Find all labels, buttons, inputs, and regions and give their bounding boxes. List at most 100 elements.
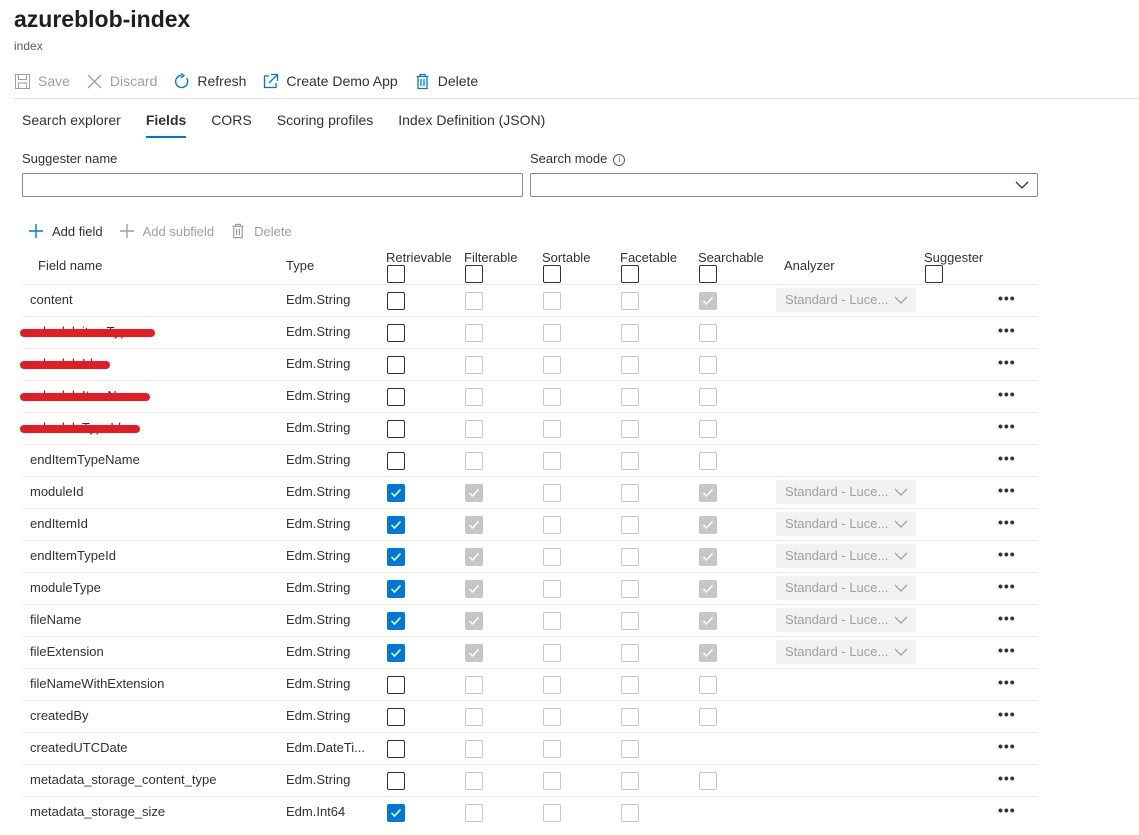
retrievable-checkbox[interactable] [387, 740, 405, 758]
retrievable-checkbox[interactable] [387, 484, 405, 502]
more-options-icon[interactable]: ••• [998, 802, 1016, 818]
delete-field-button[interactable]: Delete [230, 223, 292, 239]
search-mode-label: Search mode [530, 151, 608, 166]
filterable-checkbox [465, 484, 483, 502]
tab-cors[interactable]: CORS [211, 108, 251, 140]
sortable-checkbox [543, 516, 561, 534]
filterable-checkbox [465, 708, 483, 726]
sortable-checkbox [543, 804, 561, 822]
retrievable-checkbox[interactable] [387, 388, 405, 406]
column-header-sortable: Sortable [542, 250, 591, 265]
analyzer-value: Standard - Luce... [785, 644, 889, 659]
more-options-icon[interactable]: ••• [998, 738, 1016, 754]
more-options-icon[interactable]: ••• [998, 418, 1016, 434]
tab-index-definition[interactable]: Index Definition (JSON) [398, 108, 545, 140]
retrievable-checkbox[interactable] [387, 324, 405, 342]
discard-button[interactable]: Discard [86, 73, 157, 90]
external-link-icon [264, 73, 279, 88]
select-all-suggester-checkbox[interactable] [925, 265, 943, 283]
facetable-checkbox [621, 292, 639, 310]
filterable-checkbox [465, 804, 483, 822]
sortable-checkbox [543, 324, 561, 342]
chevron-down-icon [894, 616, 908, 624]
retrievable-checkbox[interactable] [387, 612, 405, 630]
filterable-checkbox [465, 292, 483, 310]
field-name-cell: endItemTypeName [30, 452, 140, 467]
retrievable-checkbox[interactable] [387, 676, 405, 694]
more-options-icon[interactable]: ••• [998, 706, 1016, 722]
searchable-checkbox [699, 388, 717, 406]
add-field-button[interactable]: Add field [28, 223, 103, 239]
row-divider [22, 348, 1038, 349]
field-name-cell: createdUTCDate [30, 740, 128, 755]
retrievable-checkbox[interactable] [387, 548, 405, 566]
suggester-name-input[interactable] [22, 173, 523, 197]
sortable-checkbox [543, 548, 561, 566]
field-type-cell: Edm.String [286, 420, 351, 435]
refresh-button[interactable]: Refresh [173, 72, 246, 90]
more-options-icon[interactable]: ••• [998, 450, 1016, 466]
tab-search-explorer[interactable]: Search explorer [22, 108, 121, 140]
more-options-icon[interactable]: ••• [998, 578, 1016, 594]
add-subfield-button[interactable]: Add subfield [119, 223, 214, 239]
filterable-checkbox [465, 740, 483, 758]
sortable-checkbox [543, 452, 561, 470]
select-all-searchable-checkbox[interactable] [699, 265, 717, 283]
search-mode-dropdown[interactable] [530, 173, 1038, 197]
info-icon[interactable]: i [613, 154, 626, 166]
analyzer-dropdown: Standard - Luce... [776, 640, 916, 664]
row-divider [22, 700, 1038, 701]
facetable-checkbox [621, 580, 639, 598]
retrievable-checkbox[interactable] [387, 516, 405, 534]
more-options-icon[interactable]: ••• [998, 642, 1016, 658]
field-name-cell: moduleType [30, 580, 101, 595]
retrievable-checkbox[interactable] [387, 420, 405, 438]
save-label: Save [38, 73, 70, 89]
sortable-checkbox [543, 420, 561, 438]
retrievable-checkbox[interactable] [387, 708, 405, 726]
delete-index-button[interactable]: Delete [414, 73, 478, 90]
sortable-checkbox [543, 740, 561, 758]
more-options-icon[interactable]: ••• [998, 322, 1016, 338]
more-options-icon[interactable]: ••• [998, 386, 1016, 402]
select-all-sortable-checkbox[interactable] [543, 265, 561, 283]
create-demo-app-button[interactable]: Create Demo App [262, 73, 398, 90]
field-type-cell: Edm.String [286, 324, 351, 339]
tab-scoring-profiles[interactable]: Scoring profiles [277, 108, 374, 140]
more-options-icon[interactable]: ••• [998, 770, 1016, 786]
select-all-retrievable-checkbox[interactable] [387, 265, 405, 283]
retrievable-checkbox[interactable] [387, 292, 405, 310]
retrievable-checkbox[interactable] [387, 804, 405, 822]
facetable-checkbox [621, 356, 639, 374]
select-all-facetable-checkbox[interactable] [621, 265, 639, 283]
retrievable-checkbox[interactable] [387, 580, 405, 598]
analyzer-dropdown: Standard - Luce... [776, 512, 916, 536]
searchable-checkbox [699, 708, 717, 726]
save-button[interactable]: Save [14, 73, 70, 90]
more-options-icon[interactable]: ••• [998, 290, 1016, 306]
select-all-filterable-checkbox[interactable] [465, 265, 483, 283]
tab-fields[interactable]: Fields [145, 108, 187, 140]
column-header-analyzer: Analyzer [784, 258, 835, 273]
more-options-icon[interactable]: ••• [998, 546, 1016, 562]
sortable-checkbox [543, 388, 561, 406]
retrievable-checkbox[interactable] [387, 452, 405, 470]
more-options-icon[interactable]: ••• [998, 514, 1016, 530]
chevron-down-icon [1015, 181, 1029, 189]
retrievable-checkbox[interactable] [387, 644, 405, 662]
trash-icon [416, 73, 429, 89]
retrievable-checkbox[interactable] [387, 772, 405, 790]
field-type-cell: Edm.Int64 [286, 804, 346, 819]
filterable-checkbox [465, 612, 483, 630]
more-options-icon[interactable]: ••• [998, 610, 1016, 626]
redaction-mark [20, 361, 110, 369]
retrievable-checkbox[interactable] [387, 356, 405, 374]
more-options-icon[interactable]: ••• [998, 482, 1016, 498]
searchable-checkbox [699, 292, 717, 310]
row-divider [22, 732, 1038, 733]
sortable-checkbox [543, 580, 561, 598]
more-options-icon[interactable]: ••• [998, 354, 1016, 370]
field-type-cell: Edm.String [286, 388, 351, 403]
row-divider [22, 540, 1038, 541]
more-options-icon[interactable]: ••• [998, 674, 1016, 690]
